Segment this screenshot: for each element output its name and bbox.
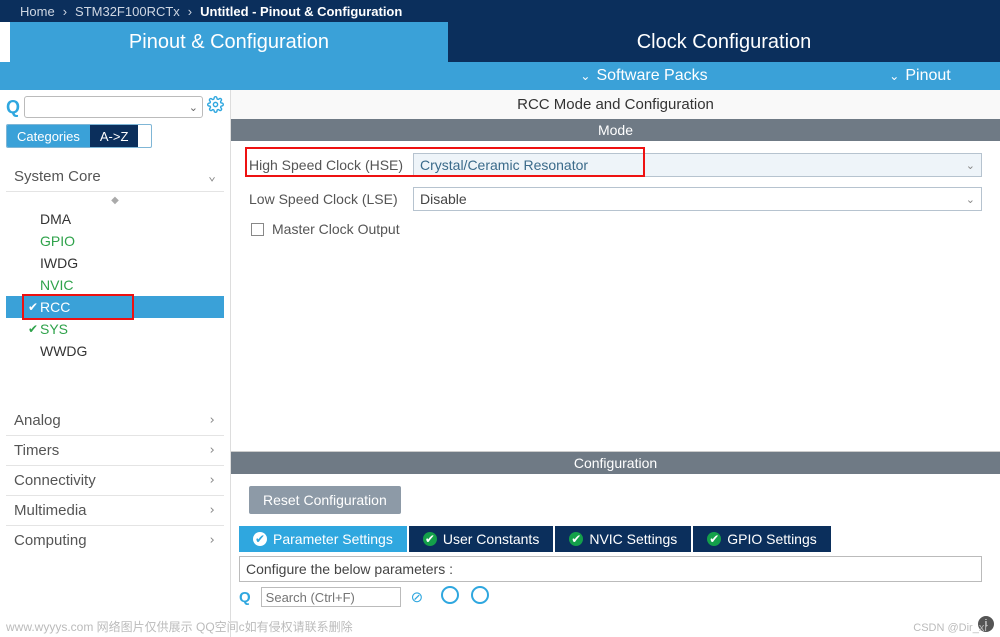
breadcrumb-bar: Home › STM32F100RCTx › Untitled - Pinout…: [0, 0, 1000, 22]
breadcrumb-home[interactable]: Home: [20, 4, 55, 19]
reset-configuration-button[interactable]: Reset Configuration: [249, 486, 401, 514]
tree-item-rcc[interactable]: ✔ RCC: [6, 296, 224, 318]
tab-a-to-z[interactable]: A->Z: [90, 125, 139, 147]
right-panel: RCC Mode and Configuration Mode High Spe…: [230, 90, 1000, 637]
tab-label: NVIC Settings: [589, 531, 677, 547]
sub-tabs: ⌄ Software Packs ⌄ Pinout: [0, 62, 1000, 90]
lse-row: Low Speed Clock (LSE) Disable ⌄: [249, 187, 982, 211]
search-combo[interactable]: ⌄: [24, 96, 203, 118]
section-label: Computing: [14, 532, 87, 549]
tree-section-multimedia[interactable]: Multimedia ›: [6, 496, 224, 526]
main-tabs: Pinout & Configuration Clock Configurati…: [0, 22, 1000, 62]
parameters-hint: Configure the below parameters :: [239, 556, 982, 582]
parameter-filter-input[interactable]: [261, 587, 401, 607]
action-circle-icon[interactable]: [471, 586, 489, 604]
watermark-text: www.wyyys.com 网络图片仅供展示 QQ空间c如有侵权请联系删除: [6, 618, 353, 635]
search-icon[interactable]: Q: [6, 97, 20, 118]
chevron-down-icon: ⌄: [208, 169, 216, 184]
tree-item-label: SYS: [40, 321, 68, 337]
chevron-right-icon: ›: [208, 503, 216, 518]
chevron-down-icon: ⌄: [189, 101, 198, 114]
chevron-right-icon: ›: [208, 533, 216, 548]
tree-section-computing[interactable]: Computing ›: [6, 526, 224, 555]
mode-header: Mode: [231, 119, 1000, 141]
chevron-down-icon: ⌄: [966, 159, 975, 172]
tab-categories[interactable]: Categories: [7, 125, 90, 147]
chevron-right-icon: ›: [208, 413, 216, 428]
tab-nvic-settings[interactable]: ✔ NVIC Settings: [555, 526, 691, 552]
tree-item-dma[interactable]: DMA: [6, 208, 224, 230]
chevron-down-icon: ⌄: [966, 193, 975, 206]
panel-title: RCC Mode and Configuration: [231, 90, 1000, 119]
tree-item-gpio[interactable]: GPIO: [6, 230, 224, 252]
master-clock-output-row[interactable]: Master Clock Output: [249, 221, 982, 237]
check-circle-icon: ✔: [569, 532, 583, 546]
section-label: System Core: [14, 168, 101, 185]
hse-row: High Speed Clock (HSE) Crystal/Ceramic R…: [249, 153, 982, 177]
drag-handle-icon[interactable]: ◆: [6, 198, 224, 204]
chevron-down-icon: ⌄: [889, 69, 899, 83]
hse-select[interactable]: Crystal/Ceramic Resonator ⌄: [413, 153, 982, 177]
select-value: Disable: [420, 191, 467, 207]
configuration-header: Configuration: [231, 452, 1000, 474]
tab-gpio-settings[interactable]: ✔ GPIO Settings: [693, 526, 830, 552]
left-panel: Q ⌄ Categories A->Z System Core ⌄ ◆ DMA …: [0, 90, 230, 637]
check-icon: ✔: [28, 322, 38, 336]
select-value: Crystal/Ceramic Resonator: [420, 157, 588, 173]
hse-label: High Speed Clock (HSE): [249, 157, 413, 173]
chevron-right-icon: ›: [208, 443, 216, 458]
tree-item-wwdg[interactable]: WWDG: [6, 340, 224, 362]
section-label: Connectivity: [14, 472, 96, 489]
category-tree: System Core ⌄ ◆ DMA GPIO IWDG NVIC ✔ RCC…: [6, 162, 224, 637]
tree-section-system-core[interactable]: System Core ⌄: [6, 162, 224, 192]
checkbox-icon[interactable]: [251, 223, 264, 236]
section-label: Multimedia: [14, 502, 87, 519]
chevron-right-icon: ›: [208, 473, 216, 488]
tree-section-analog[interactable]: Analog ›: [6, 406, 224, 436]
action-circle-icon[interactable]: [441, 586, 459, 604]
section-label: Timers: [14, 442, 59, 459]
config-tabs: ✔ Parameter Settings ✔ User Constants ✔ …: [231, 526, 1000, 552]
search-icon[interactable]: Q: [239, 589, 251, 606]
software-packs-label: Software Packs: [596, 67, 707, 85]
check-circle-icon: ✔: [707, 532, 721, 546]
tab-label: User Constants: [443, 531, 539, 547]
tree-section-timers[interactable]: Timers ›: [6, 436, 224, 466]
tree-item-nvic[interactable]: NVIC: [6, 274, 224, 296]
annotation-highlight: [22, 294, 134, 320]
category-view-tabs: Categories A->Z: [6, 124, 152, 148]
tree-item-iwdg[interactable]: IWDG: [6, 252, 224, 274]
section-label: Analog: [14, 412, 61, 429]
lse-label: Low Speed Clock (LSE): [249, 191, 413, 207]
software-packs-dropdown[interactable]: ⌄ Software Packs: [448, 62, 840, 90]
chevron-down-icon: ⌄: [580, 69, 590, 83]
lse-select[interactable]: Disable ⌄: [413, 187, 982, 211]
check-circle-icon: ✔: [253, 532, 267, 546]
breadcrumb-device[interactable]: STM32F100RCTx: [75, 4, 180, 19]
checkbox-label: Master Clock Output: [272, 221, 400, 237]
pinout-dropdown[interactable]: ⌄ Pinout: [840, 62, 1000, 90]
collapse-icon[interactable]: ⊘: [411, 588, 424, 606]
breadcrumb-page: Untitled - Pinout & Configuration: [200, 4, 402, 19]
tab-clock-config[interactable]: Clock Configuration: [448, 22, 1000, 62]
tab-label: Parameter Settings: [273, 531, 393, 547]
chevron-right-icon: ›: [63, 4, 67, 19]
tab-user-constants[interactable]: ✔ User Constants: [409, 526, 553, 552]
gear-icon[interactable]: [207, 96, 224, 118]
check-icon: ✔: [28, 300, 38, 314]
watermark-author: CSDN @Dir_xr: [913, 622, 988, 634]
pinout-dropdown-label: Pinout: [905, 67, 950, 85]
tree-item-label: RCC: [40, 299, 70, 315]
check-circle-icon: ✔: [423, 532, 437, 546]
tab-parameter-settings[interactable]: ✔ Parameter Settings: [239, 526, 407, 552]
tab-pinout-config[interactable]: Pinout & Configuration: [10, 22, 448, 62]
chevron-right-icon: ›: [188, 4, 192, 19]
tab-label: GPIO Settings: [727, 531, 816, 547]
tree-section-connectivity[interactable]: Connectivity ›: [6, 466, 224, 496]
tree-item-sys[interactable]: ✔ SYS: [6, 318, 224, 340]
